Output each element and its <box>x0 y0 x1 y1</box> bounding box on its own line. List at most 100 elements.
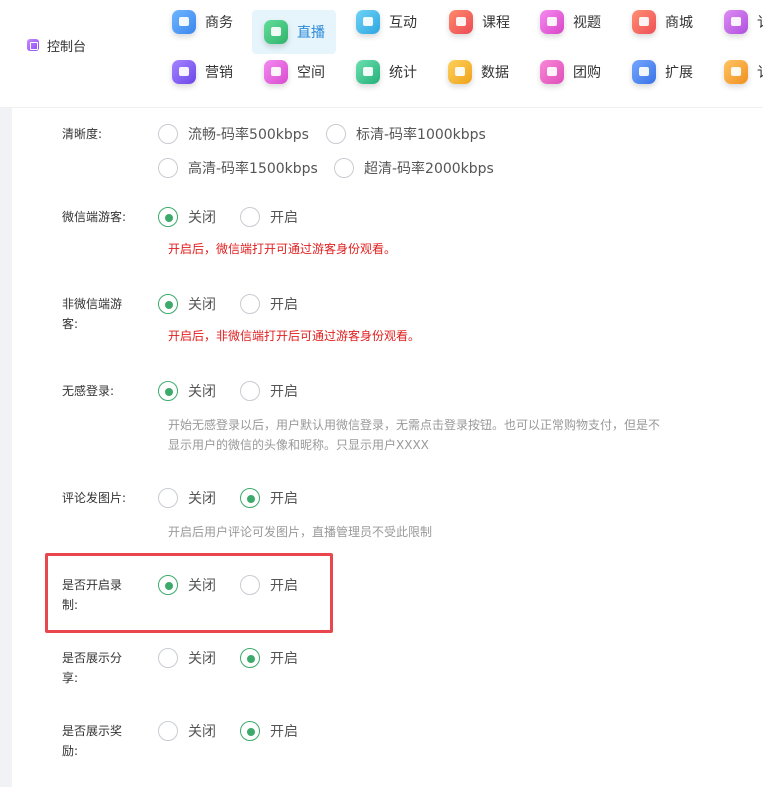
recording-on[interactable]: 开启 <box>240 575 298 595</box>
show-share-setting: 是否展示分享: 关闭 开启 <box>12 648 763 692</box>
silent-login-off[interactable]: 关闭 <box>158 381 216 401</box>
nav-item-more-1[interactable]: 讠 <box>724 4 763 40</box>
data-icon <box>448 60 472 84</box>
option-label: 关闭 <box>188 724 216 740</box>
radio-button[interactable] <box>240 207 260 227</box>
nav-item-space[interactable]: 空间 <box>264 54 335 90</box>
left-gutter <box>0 108 12 787</box>
field-label: 是否开启录制: <box>62 578 123 612</box>
option-label: 关闭 <box>188 384 216 400</box>
non-wechat-guest-setting: 非微信端游客: 关闭 开启 开启后，非微信端打开后可通过游客身份观看。 <box>12 294 763 354</box>
chat-icon <box>356 10 380 34</box>
top-navigation: 控制台 商务 直播 互动 课程 视题 商城 营销 空间 统计 数据 团购 扩展 <box>0 0 763 108</box>
radio-button[interactable] <box>158 648 178 668</box>
nav-item-marketing[interactable]: 营销 <box>172 54 243 90</box>
show-share-off[interactable]: 关闭 <box>158 648 216 668</box>
non-wechat-guest-on[interactable]: 开启 <box>240 294 298 314</box>
coupon-icon <box>724 60 748 84</box>
option-label: 超清-码率2000kbps <box>364 161 494 177</box>
recording-setting: 是否开启录制: 关闭 开启 <box>12 575 763 619</box>
nav-item-live[interactable]: 直播 <box>252 10 336 54</box>
radio-button[interactable] <box>158 488 178 508</box>
field-label: 非微信端游客: <box>62 297 123 331</box>
radio-button-checked[interactable] <box>158 207 178 227</box>
field-label: 是否展示分享: <box>62 651 123 685</box>
option-label: 关闭 <box>188 651 216 667</box>
nav-item-video[interactable]: 视题 <box>540 4 611 40</box>
field-label: 是否展示奖励: <box>62 724 123 758</box>
radio-button-checked[interactable] <box>240 721 260 741</box>
clarity-setting: 清晰度: 流畅-码率500kbps 标清-码率1000kbps 高清-码率150… <box>12 124 763 188</box>
nav-item-more-2[interactable]: 讠 <box>724 54 763 90</box>
option-label: 开启 <box>270 384 298 400</box>
hint-text: 开启后，非微信端打开后可通过游客身份观看。 <box>168 329 421 343</box>
nav-row-1: 商务 直播 互动 课程 视题 商城 <box>0 4 763 54</box>
option-label: 关闭 <box>188 297 216 313</box>
option-label: 开启 <box>270 491 298 507</box>
hint-text: 开启后，微信端打开可通过游客身份观看。 <box>168 242 397 256</box>
nav-item-extend[interactable]: 扩展 <box>632 54 703 90</box>
nav-label: 商城 <box>665 15 693 31</box>
nav-label: 互动 <box>389 15 417 31</box>
nav-item-course[interactable]: 课程 <box>449 4 520 40</box>
option-label: 关闭 <box>188 210 216 226</box>
marketing-icon <box>172 60 196 84</box>
radio-button[interactable] <box>334 158 354 178</box>
field-label: 清晰度: <box>62 127 103 141</box>
briefcase-icon <box>172 10 196 34</box>
radio-button[interactable] <box>158 158 178 178</box>
nav-label: 数据 <box>481 65 509 81</box>
settings-icon <box>724 10 748 34</box>
radio-button[interactable] <box>158 721 178 741</box>
nav-item-groupbuy[interactable]: 团购 <box>540 54 611 90</box>
show-reward-off[interactable]: 关闭 <box>158 721 216 741</box>
option-label: 关闭 <box>188 491 216 507</box>
stats-icon <box>356 60 380 84</box>
non-wechat-guest-off[interactable]: 关闭 <box>158 294 216 314</box>
radio-button-checked[interactable] <box>158 575 178 595</box>
nav-item-stats[interactable]: 统计 <box>356 54 427 90</box>
nav-label: 团购 <box>573 65 601 81</box>
comment-image-off[interactable]: 关闭 <box>158 488 216 508</box>
nav-label: 空间 <box>297 65 325 81</box>
show-share-on[interactable]: 开启 <box>240 648 298 668</box>
comment-image-on[interactable]: 开启 <box>240 488 298 508</box>
show-reward-setting: 是否展示奖励: 关闭 开启 <box>12 721 763 765</box>
show-reward-on[interactable]: 开启 <box>240 721 298 741</box>
option-label: 流畅-码率500kbps <box>188 127 309 143</box>
wechat-guest-on[interactable]: 开启 <box>240 207 298 227</box>
nav-label: 讠 <box>757 12 763 32</box>
nav-item-data[interactable]: 数据 <box>448 54 519 90</box>
radio-button[interactable] <box>158 124 178 144</box>
field-label: 微信端游客: <box>62 210 127 224</box>
shop-icon <box>632 10 656 34</box>
silent-login-setting: 无感登录: 关闭 开启 开始无感登录以后，用户默认用微信登录，无需点击登录按钮。… <box>12 381 763 461</box>
option-label: 开启 <box>270 724 298 740</box>
radio-button-checked[interactable] <box>240 648 260 668</box>
console-icon <box>27 39 39 51</box>
clarity-option-standard[interactable]: 标清-码率1000kbps <box>326 124 486 144</box>
radio-button[interactable] <box>240 294 260 314</box>
option-label: 高清-码率1500kbps <box>188 161 318 177</box>
radio-button[interactable] <box>240 381 260 401</box>
nav-label: 直播 <box>297 25 325 41</box>
radio-button-checked[interactable] <box>240 488 260 508</box>
radio-button-checked[interactable] <box>158 381 178 401</box>
live-settings-form: 清晰度: 流畅-码率500kbps 标清-码率1000kbps 高清-码率150… <box>12 108 763 787</box>
clarity-option-ultra[interactable]: 超清-码率2000kbps <box>334 158 494 178</box>
nav-item-mall[interactable]: 商城 <box>632 4 703 40</box>
wechat-guest-off[interactable]: 关闭 <box>158 207 216 227</box>
option-label: 开启 <box>270 651 298 667</box>
nav-item-interaction[interactable]: 互动 <box>356 4 427 40</box>
recording-off[interactable]: 关闭 <box>158 575 216 595</box>
radio-button-checked[interactable] <box>158 294 178 314</box>
nav-label: 扩展 <box>665 65 693 81</box>
nav-label: 视题 <box>573 15 601 31</box>
silent-login-on[interactable]: 开启 <box>240 381 298 401</box>
radio-button[interactable] <box>240 575 260 595</box>
clarity-option-smooth[interactable]: 流畅-码率500kbps <box>158 124 309 144</box>
page: 控制台 商务 直播 互动 课程 视题 商城 营销 空间 统计 数据 团购 扩展 … <box>0 0 763 787</box>
radio-button[interactable] <box>326 124 346 144</box>
nav-item-business[interactable]: 商务 <box>172 4 243 40</box>
clarity-option-high[interactable]: 高清-码率1500kbps <box>158 158 318 178</box>
